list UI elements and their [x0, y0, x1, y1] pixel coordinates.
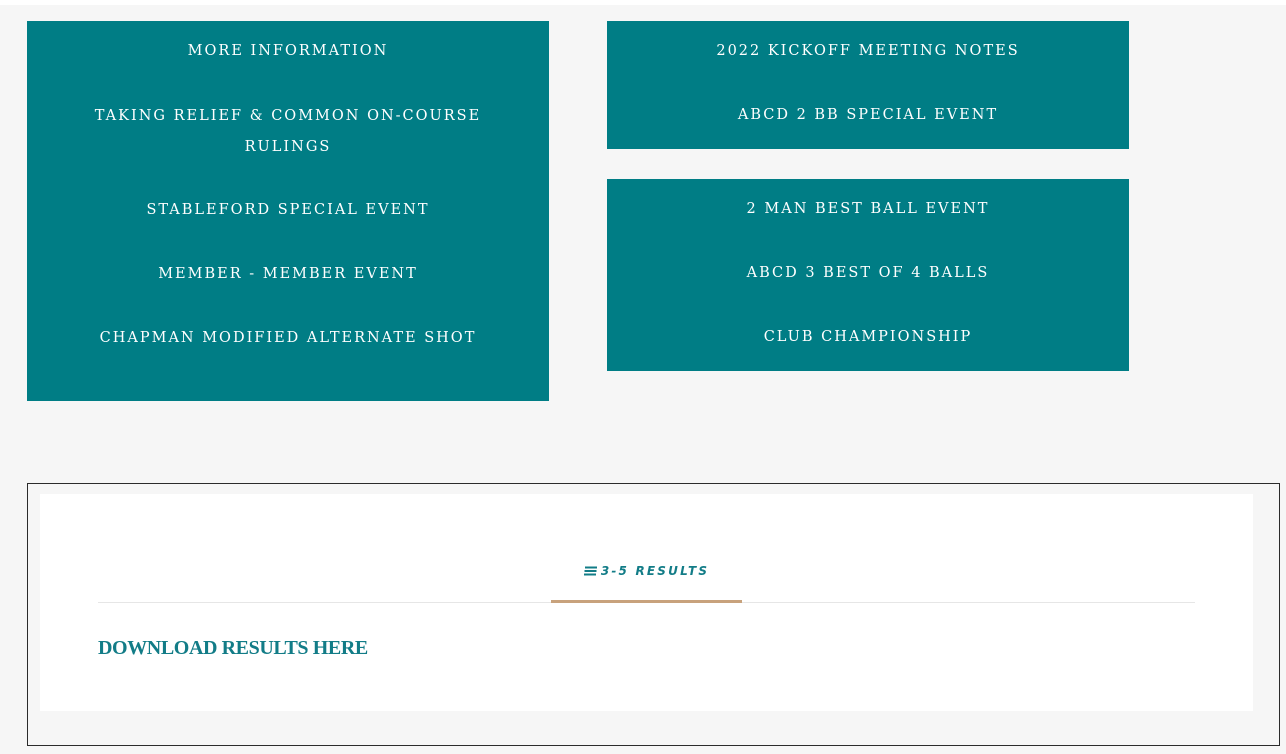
member-member-event-link[interactable]: MEMBER - MEMBER EVENT	[27, 259, 549, 290]
stableford-special-event-link[interactable]: STABLEFORD SPECIAL EVENT	[27, 195, 549, 226]
abcd-2-bb-special-event-link[interactable]: ABCD 2 BB SPECIAL EVENT	[607, 100, 1129, 131]
results-card: 3-5 RESULTS DOWNLOAD RESULTS HERE	[40, 494, 1253, 711]
download-results-link[interactable]: DOWNLOAD RESULTS HERE	[98, 637, 368, 660]
kickoff-meeting-notes-link[interactable]: 2022 KICKOFF MEETING NOTES	[607, 36, 1129, 67]
two-man-best-ball-event-link[interactable]: 2 MAN BEST BALL EVENT	[607, 194, 1129, 225]
top-edge	[0, 0, 1286, 5]
left-menu-box: MORE INFORMATION TAKING RELIEF & COMMON …	[27, 21, 549, 401]
tab-label: 3-5 RESULTS	[600, 564, 710, 578]
tab-3-5-results[interactable]: 3-5 RESULTS	[551, 560, 742, 603]
chapman-modified-alternate-shot-link[interactable]: CHAPMAN MODIFIED ALTERNATE SHOT	[27, 323, 549, 354]
taking-relief-link[interactable]: TAKING RELIEF & COMMON ON-COURSE RULINGS	[27, 101, 549, 163]
active-tab-underline	[551, 600, 742, 603]
right-top-menu-box: 2022 KICKOFF MEETING NOTES ABCD 2 BB SPE…	[607, 21, 1129, 149]
results-frame: 3-5 RESULTS DOWNLOAD RESULTS HERE	[27, 483, 1280, 746]
tab-label-wrap: 3-5 RESULTS	[583, 562, 710, 580]
list-icon	[583, 566, 597, 576]
right-bottom-menu-box: 2 MAN BEST BALL EVENT ABCD 3 BEST OF 4 B…	[607, 179, 1129, 371]
abcd-3-best-of-4-balls-link[interactable]: ABCD 3 BEST OF 4 BALLS	[607, 258, 1129, 289]
more-information-link[interactable]: MORE INFORMATION	[27, 36, 549, 67]
club-championship-link[interactable]: CLUB CHAMPIONSHIP	[607, 322, 1129, 353]
